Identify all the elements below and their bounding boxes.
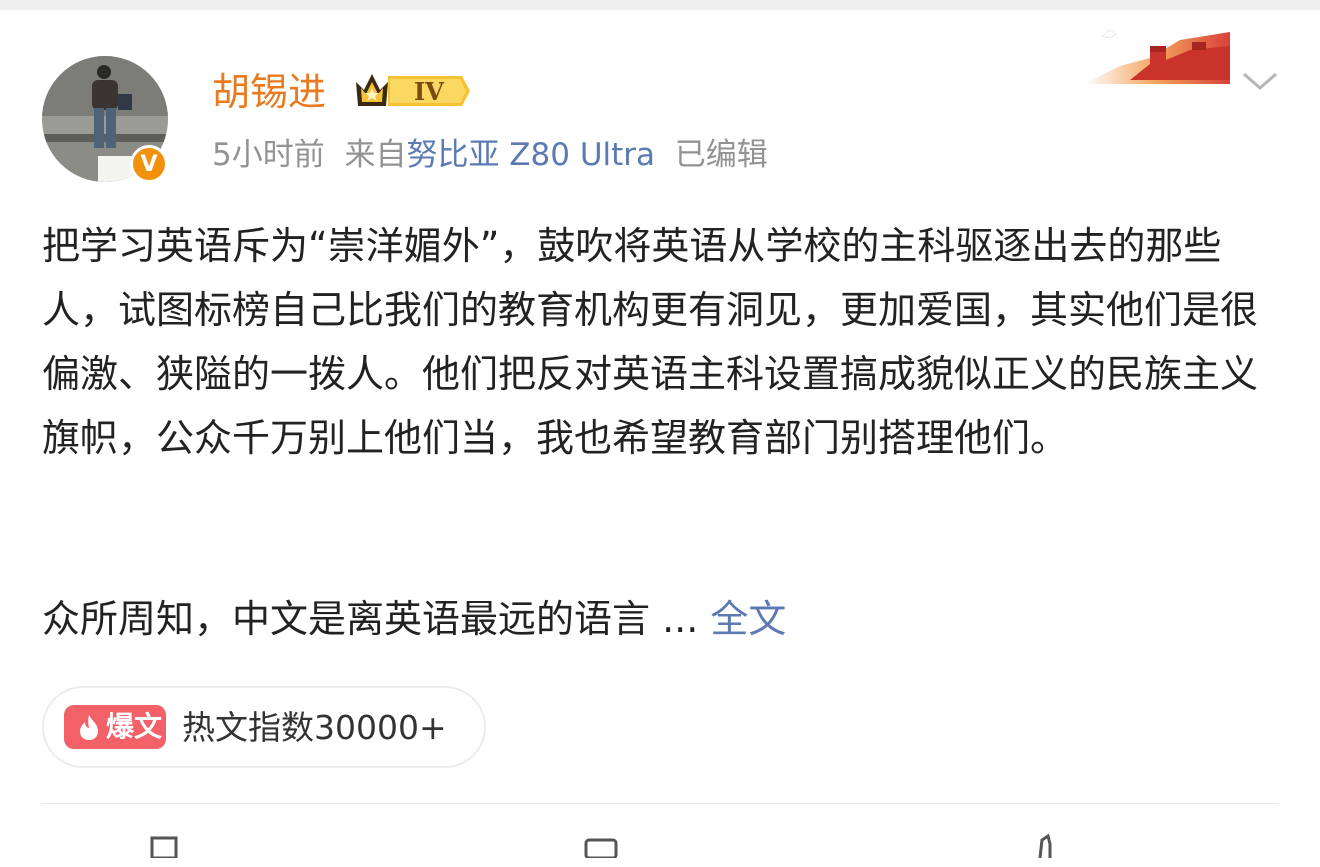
comment-button[interactable] <box>582 826 622 860</box>
hot-index-pill[interactable]: 爆文 热文指数30000+ <box>42 686 486 768</box>
post-excerpt: 众所周知，中文是离英语最远的语言 ... <box>42 597 711 641</box>
level-label: IV <box>414 77 444 106</box>
hot-badge-label: 爆文 <box>106 710 163 743</box>
source-device-link[interactable]: 努比亚 Z80 Ultra <box>406 137 655 173</box>
author-name[interactable]: 胡锡进 <box>212 66 326 118</box>
great-wall-decoration <box>1080 20 1232 88</box>
repost-button[interactable] <box>146 826 186 860</box>
post-time[interactable]: 5小时前 <box>212 137 325 173</box>
like-button[interactable] <box>1024 826 1064 859</box>
post-meta: 5小时前 来自努比亚 Z80 Ultra 已编辑 <box>212 134 768 176</box>
source-prefix: 来自 <box>344 137 407 173</box>
hot-index-text: 热文指数30000+ <box>182 708 447 747</box>
comment-icon <box>582 826 622 867</box>
read-more-link[interactable]: 全文 <box>710 597 786 641</box>
flame-icon <box>76 713 102 741</box>
edited-label[interactable]: 已编辑 <box>675 137 768 173</box>
top-separator <box>0 0 1320 10</box>
hot-badge: 爆文 <box>64 705 166 749</box>
like-icon <box>1024 826 1064 867</box>
post-body: 把学习英语斥为“崇洋媚外”，鼓吹将英语从学校的主科驱逐出去的那些人，试图标榜自己… <box>42 214 1282 470</box>
post-paragraph-truncated: 众所周知，中文是离英语最远的语言 ... 全文 <box>42 591 786 647</box>
verified-v-icon: V <box>130 145 168 183</box>
post-paragraph: 把学习英语斥为“崇洋媚外”，鼓吹将英语从学校的主科驱逐出去的那些人，试图标榜自己… <box>42 224 1259 460</box>
repost-icon <box>146 826 186 867</box>
chevron-down-icon[interactable] <box>1240 66 1280 96</box>
crown-level-icon[interactable]: IV <box>354 68 472 114</box>
divider <box>42 803 1278 804</box>
